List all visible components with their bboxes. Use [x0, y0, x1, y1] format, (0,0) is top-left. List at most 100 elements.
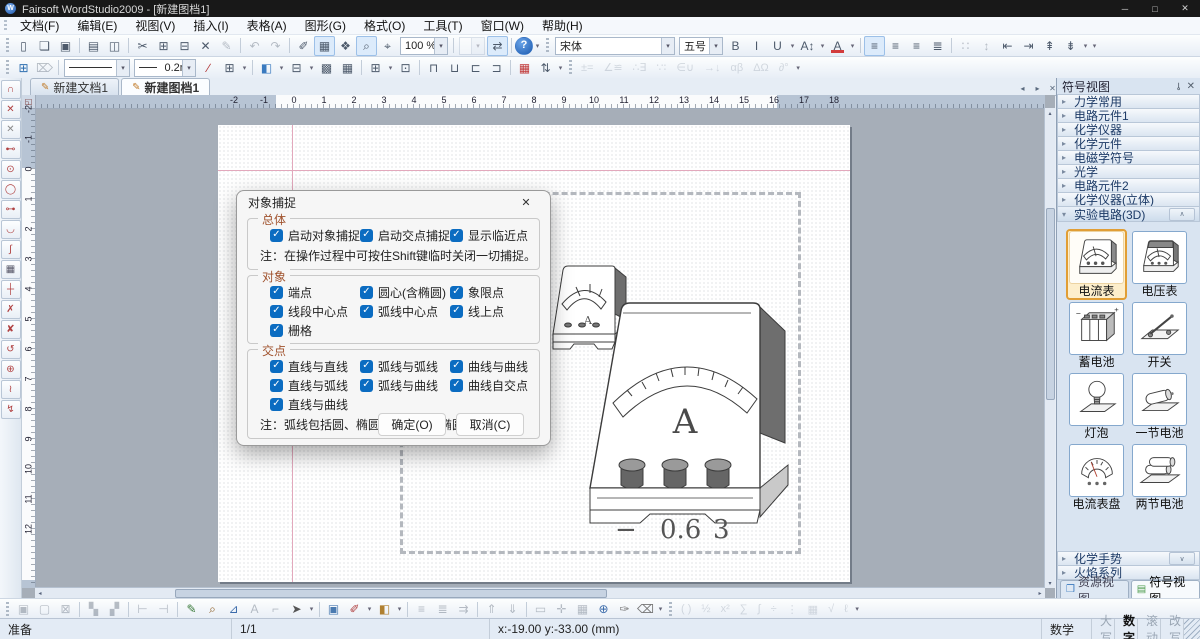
- status-input-mode[interactable]: 数学: [1042, 619, 1092, 639]
- sidebar-category-4[interactable]: ▸电磁学符号: [1057, 150, 1200, 164]
- symbol-ammeter-tile[interactable]: 电流表: [1066, 229, 1127, 300]
- vertical-scroll-thumb[interactable]: [1046, 208, 1055, 400]
- status-toggle-1[interactable]: 数字: [1115, 619, 1138, 639]
- checkbox-checked-icon[interactable]: ✓: [450, 286, 463, 299]
- horizontal-scroll-thumb[interactable]: [175, 589, 607, 598]
- snap-curve-curve-button[interactable]: ≀: [1, 380, 21, 399]
- cancel-button[interactable]: 取消(C): [456, 413, 524, 436]
- menu-item-4[interactable]: 表格(A): [238, 17, 296, 34]
- zoom-dynamic-button[interactable]: ⌖: [377, 36, 398, 56]
- format-painter-button[interactable]: ✎: [216, 36, 237, 56]
- snap-line-line-button[interactable]: ✗: [1, 300, 21, 319]
- scroll-up-icon[interactable]: ▴: [1045, 108, 1055, 118]
- checkbox-item[interactable]: ✓弧线中心点: [360, 303, 450, 319]
- ok-button[interactable]: 确定(O): [378, 413, 446, 436]
- formula-fraction-button[interactable]: ½: [696, 600, 715, 618]
- line-spacing-button[interactable]: ↕: [976, 36, 997, 56]
- zoom-window-button[interactable]: ⌕: [356, 36, 377, 56]
- dropdown-arrow-icon[interactable]: ▾: [1081, 37, 1090, 55]
- checkbox-item[interactable]: ✓启动交点捕捉: [360, 227, 450, 243]
- frame-tool-button[interactable]: ▦: [572, 599, 593, 619]
- toolbar-overflow-icon[interactable]: ▾: [853, 600, 862, 618]
- dropdown-arrow-icon[interactable]: ▾: [395, 600, 404, 618]
- symbol-two-batteries-tile[interactable]: 两节电池: [1129, 442, 1190, 513]
- menu-item-5[interactable]: 图形(G): [296, 17, 355, 34]
- pan-hand-button[interactable]: ❖: [335, 36, 356, 56]
- checkbox-item[interactable]: ✓象限点: [450, 284, 539, 300]
- undo-button[interactable]: ↶: [244, 36, 265, 56]
- checkbox-checked-icon[interactable]: ✓: [270, 229, 283, 242]
- open-document-button[interactable]: ❏: [34, 36, 55, 56]
- line-style-combo[interactable]: ▾: [64, 59, 130, 77]
- close-button[interactable]: ✕: [1170, 0, 1200, 17]
- ungroup-objects-button[interactable]: ▢: [34, 599, 55, 619]
- align-nodes-left-button[interactable]: ⊢: [132, 599, 153, 619]
- target-point-button[interactable]: ⊕: [593, 599, 614, 619]
- align-right-button[interactable]: ≡: [906, 36, 927, 56]
- scroll-right-icon[interactable]: ▸: [1035, 588, 1045, 598]
- formula-parentheses-button[interactable]: ( ): [676, 600, 696, 618]
- dropdown-arrow-icon[interactable]: ▾: [277, 59, 286, 77]
- underline-button[interactable]: U: [767, 36, 788, 56]
- checkbox-item[interactable]: ✓直线与直线: [270, 358, 360, 374]
- pen-color-button[interactable]: ✐: [344, 599, 365, 619]
- drawing-canvas[interactable]: A A: [22, 95, 1055, 598]
- copy-button[interactable]: ⊞: [153, 36, 174, 56]
- polyline-tool-button[interactable]: ⌐: [265, 599, 286, 619]
- sidebar-category-1[interactable]: ▸电路元件1: [1057, 108, 1200, 122]
- symbol-greek-delta-omega-button[interactable]: ΔΩ: [748, 59, 774, 77]
- insert-row-above-button[interactable]: ⊓: [423, 58, 444, 78]
- sidebar-category-0[interactable]: ▸力学常用: [1057, 94, 1200, 108]
- distribute-horizontal-button[interactable]: ⇉: [453, 599, 474, 619]
- grid-toggle-button[interactable]: ▦: [314, 36, 335, 56]
- snap-arc-midpoint-button[interactable]: ◡: [1, 220, 21, 239]
- dropdown-arrow-icon[interactable]: ▾: [788, 37, 797, 55]
- formula-style-button[interactable]: ℓ: [839, 600, 853, 618]
- symbols-scroll-down-button[interactable]: ∨: [1169, 552, 1195, 565]
- snap-point-on-curve-button[interactable]: ∫: [1, 240, 21, 259]
- font-family-combo[interactable]: 宋体▾: [555, 37, 675, 55]
- checkbox-checked-icon[interactable]: ✓: [270, 324, 283, 337]
- sidebar-category-6[interactable]: ▸电路元件2: [1057, 178, 1200, 192]
- checkbox-checked-icon[interactable]: ✓: [360, 360, 373, 373]
- dropdown-arrow-icon[interactable]: ▾: [365, 600, 374, 618]
- symbol-because-ratio-button[interactable]: ∵∶: [652, 59, 672, 77]
- panel-close-icon[interactable]: ✕: [1187, 81, 1195, 92]
- align-left-button[interactable]: ≡: [864, 36, 885, 56]
- checkbox-checked-icon[interactable]: ✓: [450, 360, 463, 373]
- combo-arrow-icon[interactable]: ▾: [661, 38, 674, 54]
- highlight-grid-button[interactable]: ▦: [514, 58, 535, 78]
- checkbox-checked-icon[interactable]: ✓: [450, 305, 463, 318]
- symbol-meter-dial-tile[interactable]: 电流表盘: [1066, 442, 1127, 513]
- quick-style-combo[interactable]: ▾: [459, 37, 485, 55]
- formula-integral-button[interactable]: ∫: [753, 600, 766, 618]
- edit-points-button[interactable]: ✎: [181, 599, 202, 619]
- wipe-tool-button[interactable]: ⌫: [635, 599, 656, 619]
- indent-increase-button[interactable]: ⇥: [1018, 36, 1039, 56]
- snap-magnet-button[interactable]: ∩: [1, 80, 21, 99]
- symbol-one-battery-tile[interactable]: 一节电池: [1129, 371, 1190, 442]
- menu-item-0[interactable]: 文档(F): [11, 17, 68, 34]
- dropdown-arrow-icon[interactable]: ▾: [818, 37, 827, 55]
- formula-align-button[interactable]: ⋮: [782, 600, 803, 618]
- menu-item-7[interactable]: 工具(T): [414, 17, 471, 34]
- checkbox-item[interactable]: ✓圆心(含椭圆): [360, 284, 450, 300]
- formula-divide-button[interactable]: ÷: [766, 600, 782, 618]
- scroll-left-icon[interactable]: ◂: [35, 588, 45, 598]
- delete-button[interactable]: ✕: [195, 36, 216, 56]
- align-horizontal-lines-button[interactable]: ≡: [411, 599, 432, 619]
- checkbox-checked-icon[interactable]: ✓: [450, 379, 463, 392]
- dropdown-arrow-icon[interactable]: ▾: [307, 600, 316, 618]
- symbol-arrows-button[interactable]: →↓: [699, 59, 726, 77]
- symbols-scroll-up-button[interactable]: ∧: [1169, 208, 1195, 221]
- table-borders-button[interactable]: ⊞: [219, 58, 240, 78]
- snap-quadrant-button[interactable]: ◯: [1, 180, 21, 199]
- checkbox-checked-icon[interactable]: ✓: [270, 379, 283, 392]
- sidebar-category-2[interactable]: ▸化学仪器: [1057, 122, 1200, 136]
- fill-color-button[interactable]: ◧: [256, 58, 277, 78]
- symbol-bulb-tile[interactable]: 灯泡: [1066, 371, 1127, 442]
- combo-arrow-icon[interactable]: ▾: [434, 38, 447, 54]
- horizontal-scrollbar[interactable]: ◂ ▸: [35, 587, 1045, 598]
- checkbox-checked-icon[interactable]: ✓: [360, 286, 373, 299]
- checkbox-checked-icon[interactable]: ✓: [270, 360, 283, 373]
